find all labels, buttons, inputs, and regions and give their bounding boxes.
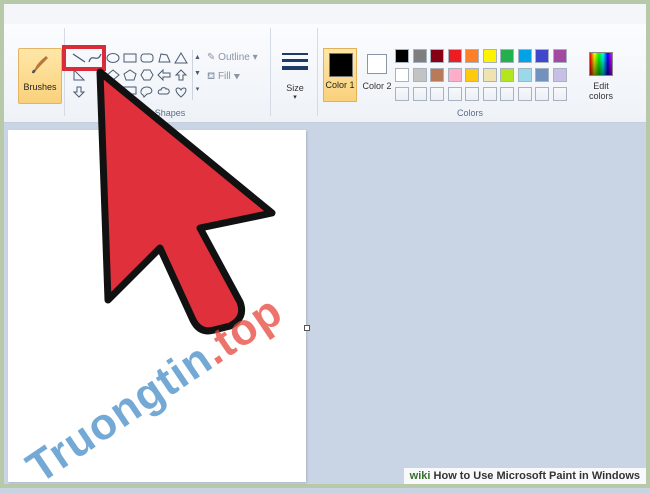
- color2-label: Color 2: [362, 81, 392, 91]
- palette-color-swatch[interactable]: [500, 49, 514, 63]
- rectangle-icon[interactable]: [123, 52, 137, 64]
- pencil-icon: ✎: [207, 52, 216, 63]
- caption-text: How to Use Microsoft Paint in Windows: [433, 470, 640, 482]
- rounded-rectangle-icon[interactable]: [140, 52, 154, 64]
- palette-color-swatch[interactable]: [395, 68, 409, 82]
- polygon-icon[interactable]: [157, 52, 171, 64]
- palette-color-swatch[interactable]: [500, 87, 514, 101]
- size-line-thick: [282, 66, 308, 70]
- palette-color-swatch[interactable]: [535, 87, 549, 101]
- palette-color-swatch[interactable]: [465, 49, 479, 63]
- palette-color-swatch[interactable]: [465, 87, 479, 101]
- fill-label: Fill: [217, 71, 231, 82]
- palette-color-swatch[interactable]: [482, 68, 497, 82]
- size-line-medium: [282, 59, 308, 62]
- separator: [270, 28, 271, 116]
- color1-swatch: [329, 53, 353, 77]
- colors-group-label: Colors: [456, 108, 483, 118]
- shapes-group-label: Shapes: [154, 108, 186, 118]
- palette-color-swatch[interactable]: [447, 87, 462, 101]
- callout-cloud-icon[interactable]: [157, 86, 171, 98]
- highlight-box: [62, 45, 106, 71]
- brushes-label: Brushes: [23, 82, 57, 92]
- callout-rect-icon[interactable]: [123, 86, 137, 98]
- outline-label: Outline: [218, 52, 250, 63]
- color2-button[interactable]: Color 2: [362, 50, 392, 104]
- down-arrow-icon[interactable]: [72, 86, 86, 98]
- palette-color-swatch[interactable]: [412, 49, 427, 63]
- palette-color-swatch[interactable]: [552, 49, 567, 63]
- brush-icon: [32, 56, 48, 74]
- fill-button[interactable]: ⛾ Fill ▾: [207, 71, 240, 84]
- pentagon-icon[interactable]: [123, 69, 137, 81]
- left-arrow-icon[interactable]: [157, 69, 171, 81]
- palette-color-swatch[interactable]: [465, 68, 479, 82]
- color1-button[interactable]: Color 1: [323, 48, 357, 102]
- up-arrow-icon[interactable]: [174, 69, 188, 81]
- edit-colors-label: Edit colors: [588, 81, 613, 101]
- palette-color-swatch[interactable]: [447, 49, 462, 63]
- palette-color-swatch[interactable]: [517, 49, 532, 63]
- palette-color-swatch[interactable]: [412, 87, 427, 101]
- palette-color-swatch[interactable]: [395, 49, 409, 63]
- palette-color-swatch[interactable]: [395, 87, 409, 101]
- size-line-thin: [282, 53, 308, 55]
- palette-color-swatch[interactable]: [517, 87, 532, 101]
- palette-color-swatch[interactable]: [430, 68, 444, 82]
- color2-swatch: [367, 54, 387, 74]
- callout-oval-icon[interactable]: [140, 86, 154, 98]
- brushes-button[interactable]: Brushes: [18, 48, 62, 104]
- palette-color-swatch[interactable]: [447, 68, 462, 82]
- palette-color-swatch[interactable]: [500, 68, 514, 82]
- outline-button[interactable]: ✎ Outline ▾: [207, 52, 258, 63]
- palette-color-swatch[interactable]: [517, 68, 532, 82]
- title-bar: [4, 4, 646, 25]
- color-spectrum-icon: [589, 52, 613, 76]
- size-button[interactable]: Size ▾: [278, 48, 312, 102]
- shapes-scrollbar[interactable]: ▲ ▼ ▾: [192, 50, 202, 100]
- palette-color-swatch[interactable]: [535, 68, 549, 82]
- palette-color-swatch[interactable]: [482, 49, 497, 63]
- palette-color-swatch[interactable]: [535, 49, 549, 63]
- caption-brand: wiki: [409, 470, 431, 482]
- fill-bucket-icon: ⛾: [207, 71, 216, 82]
- edit-colors-button[interactable]: Edit colors: [584, 50, 618, 104]
- palette-color-swatch[interactable]: [552, 87, 567, 101]
- palette-color-swatch[interactable]: [552, 68, 567, 82]
- separator: [317, 28, 318, 116]
- chevron-down-icon: ▾: [293, 94, 297, 101]
- palette-color-swatch[interactable]: [412, 68, 427, 82]
- palette-color-swatch[interactable]: [482, 87, 497, 101]
- triangle-icon[interactable]: [174, 52, 188, 64]
- diamond-icon[interactable]: [106, 69, 120, 81]
- oval-icon[interactable]: [106, 52, 120, 64]
- palette-color-swatch[interactable]: [430, 87, 444, 101]
- heart-icon[interactable]: [174, 86, 188, 98]
- caption-bar: wiki How to Use Microsoft Paint in Windo…: [403, 468, 646, 484]
- hexagon-icon[interactable]: [140, 69, 154, 81]
- size-label: Size: [286, 83, 304, 93]
- canvas-resize-handle[interactable]: [304, 325, 310, 331]
- color1-label: Color 1: [325, 80, 355, 90]
- palette-color-swatch[interactable]: [430, 49, 444, 63]
- separator: [64, 28, 65, 116]
